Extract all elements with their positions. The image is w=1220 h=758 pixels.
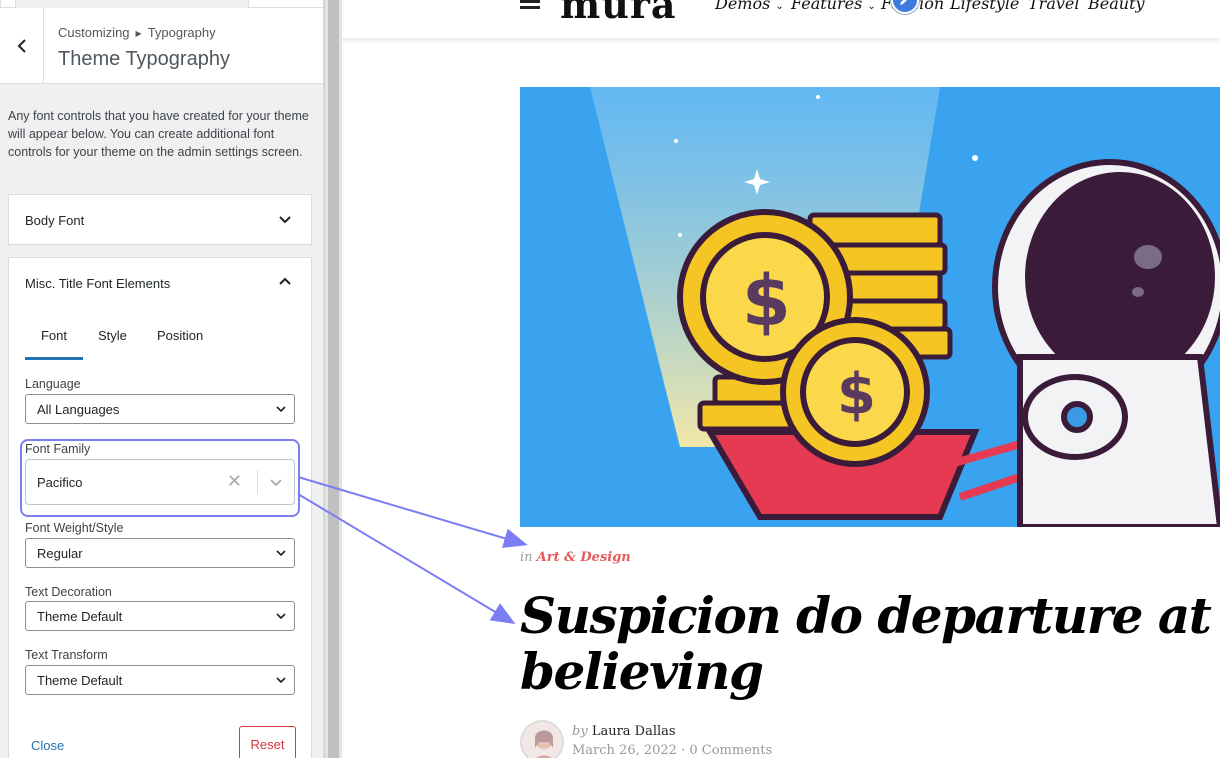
back-button[interactable] <box>0 8 44 83</box>
site-header: mura Demos ⌄ Features ⌄ Fashion Lifestyl… <box>342 0 1220 38</box>
text-decoration-select[interactable]: Theme Default <box>25 601 295 631</box>
byline-prefix: by <box>572 724 588 739</box>
chevron-down-icon <box>276 406 286 413</box>
header-divider <box>342 38 1220 44</box>
breadcrumb: Customizing ▶ Typography <box>58 25 216 40</box>
font-family-select[interactable]: Pacifico ✕ <box>25 459 295 505</box>
byline: by Laura Dallas <box>572 724 676 739</box>
chevron-down-icon[interactable] <box>270 478 282 487</box>
category-prefix: in <box>520 550 533 565</box>
post-date: March 26, 2022 <box>572 743 677 758</box>
sidebar-scrollbar[interactable] <box>324 0 342 758</box>
font-family-label: Font Family <box>25 442 91 456</box>
combo-divider <box>257 470 258 494</box>
svg-text:$: $ <box>837 362 876 427</box>
section-body-font-header[interactable]: Body Font <box>9 195 311 245</box>
panel-header: Customizing ▶ Typography Theme Typography <box>0 8 323 84</box>
author-avatar[interactable] <box>520 720 564 758</box>
top-stub-right <box>248 0 323 8</box>
panel-description: Any font controls that you have created … <box>8 109 309 159</box>
chevron-down-icon <box>276 677 286 684</box>
nav-features-label: Features <box>791 0 863 13</box>
text-decoration-value: Theme Default <box>37 609 123 624</box>
scrollbar-thumb[interactable] <box>328 0 339 758</box>
text-transform-value: Theme Default <box>37 673 123 688</box>
chevron-down-icon: ⌄ <box>775 1 784 12</box>
breadcrumb-root: Customizing <box>58 25 130 40</box>
menu-icon[interactable] <box>520 0 540 10</box>
font-family-value: Pacifico <box>37 475 83 490</box>
panel-title: Theme Typography <box>58 48 230 70</box>
customizer-sidebar: Customizing ▶ Typography Theme Typography … <box>0 0 324 758</box>
tab-position[interactable]: Position <box>157 328 203 357</box>
nav-item-demos[interactable]: Demos ⌄ <box>715 0 784 13</box>
nav-demos-label: Demos <box>715 0 771 13</box>
post-title-line1: Suspicion do departure at extremely he <box>520 586 1220 645</box>
post-category: in Art & Design <box>520 550 631 565</box>
language-value: All Languages <box>37 402 120 417</box>
section-body-font[interactable]: Body Font <box>8 194 312 245</box>
nav-item-travel[interactable]: Travel <box>1028 0 1079 13</box>
chevron-down-icon <box>279 216 291 224</box>
category-link[interactable]: Art & Design <box>537 550 631 565</box>
triangle-right-icon: ▶ <box>135 29 142 39</box>
font-weight-value: Regular <box>37 546 83 561</box>
author-name[interactable]: Laura Dallas <box>592 724 676 739</box>
post-meta: March 26, 2022 · 0 Comments <box>572 743 772 758</box>
font-weight-select[interactable]: Regular <box>25 538 295 568</box>
language-label: Language <box>25 377 81 391</box>
chevron-down-icon <box>276 550 286 557</box>
reset-button[interactable]: Reset <box>239 726 296 758</box>
site-preview: mura Demos ⌄ Features ⌄ Fashion Lifestyl… <box>342 0 1220 758</box>
nav-item-beauty[interactable]: Beauty <box>1088 0 1145 13</box>
close-link[interactable]: Close <box>31 738 64 753</box>
section-body-font-label: Body Font <box>25 213 85 228</box>
text-transform-label: Text Transform <box>25 648 108 662</box>
chevron-down-icon <box>276 613 286 620</box>
post-title-line2: believing <box>520 642 764 701</box>
site-logo[interactable]: mura <box>560 0 676 27</box>
avatar-portrait-icon <box>535 730 553 758</box>
section-misc-title: Misc. Title Font Elements Font Style Pos… <box>8 257 312 758</box>
post-title[interactable]: Suspicion do departure at extremely he b… <box>520 588 1220 700</box>
nav-item-features[interactable]: Features ⌄ <box>791 0 876 13</box>
svg-text:$: $ <box>742 260 791 342</box>
nav-item-lifestyle[interactable]: Lifestyle <box>950 0 1019 13</box>
chevron-left-icon <box>17 38 26 53</box>
clear-icon[interactable]: ✕ <box>227 471 242 492</box>
text-transform-select[interactable]: Theme Default <box>25 665 295 695</box>
top-stub-left <box>0 0 16 8</box>
font-weight-label: Font Weight/Style <box>25 521 124 535</box>
pencil-icon <box>900 0 907 5</box>
breadcrumb-current: Typography <box>147 25 216 40</box>
tab-style[interactable]: Style <box>98 328 127 357</box>
comments-link[interactable]: 0 Comments <box>689 743 772 758</box>
text-decoration-label: Text Decoration <box>25 585 112 599</box>
chevron-down-icon: ⌄ <box>867 1 876 12</box>
featured-image[interactable]: $ $ <box>520 87 1220 527</box>
tab-font[interactable]: Font <box>25 328 83 360</box>
chevron-up-icon[interactable] <box>279 276 291 286</box>
section-misc-title-label[interactable]: Misc. Title Font Elements <box>25 276 170 291</box>
language-select[interactable]: All Languages <box>25 394 295 424</box>
